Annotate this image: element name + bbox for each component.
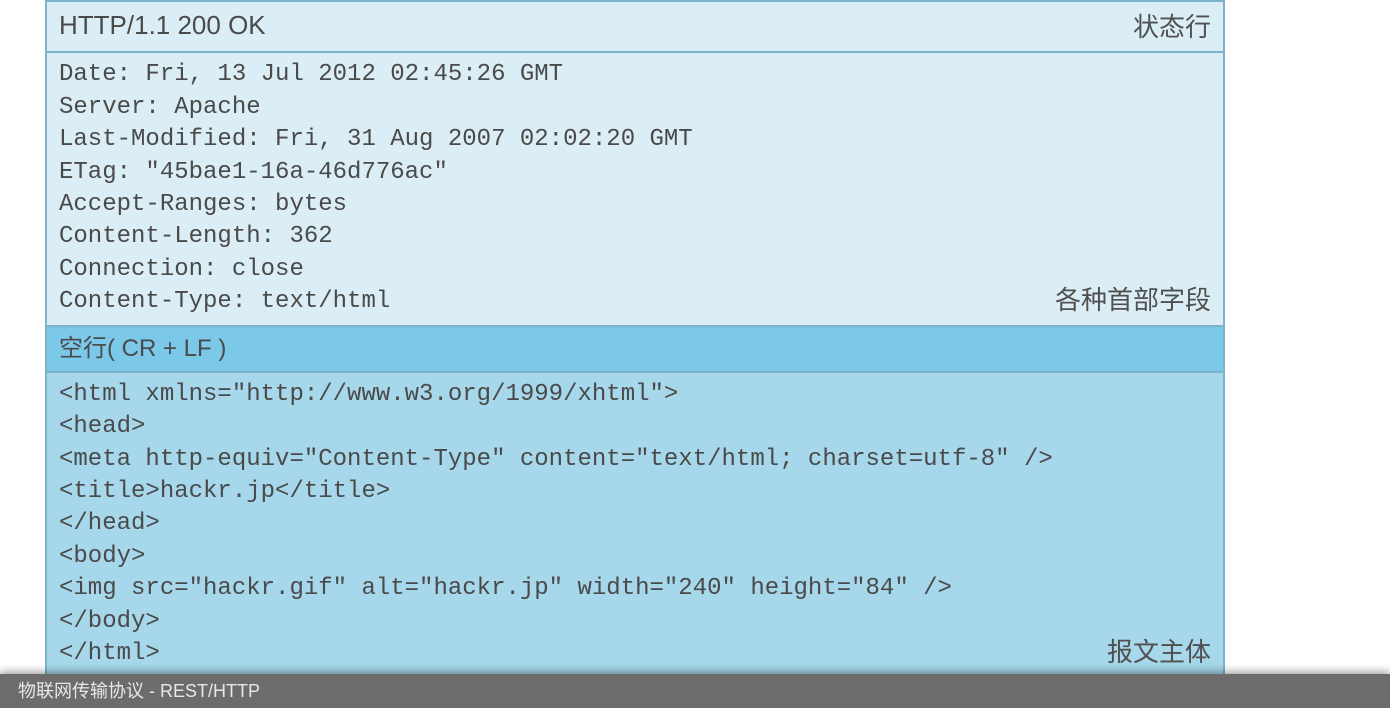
- body-label: 报文主体: [1107, 635, 1211, 670]
- empty-line-section: 空行( CR + LF ): [47, 327, 1223, 373]
- headers-label: 各种首部字段: [1055, 283, 1211, 318]
- footer-bar: 物联网传输协议 - REST/HTTP: [0, 674, 1390, 708]
- status-line-label: 状态行: [1133, 10, 1211, 45]
- http-response-diagram: HTTP/1.1 200 OK 状态行 Date: Fri, 13 Jul 20…: [45, 0, 1225, 678]
- headers-content: Date: Fri, 13 Jul 2012 02:45:26 GMT Serv…: [59, 61, 693, 315]
- body-section: <html xmlns="http://www.w3.org/1999/xhtm…: [47, 373, 1223, 677]
- body-content: <html xmlns="http://www.w3.org/1999/xhtm…: [59, 381, 1053, 667]
- headers-section: Date: Fri, 13 Jul 2012 02:45:26 GMT Serv…: [47, 53, 1223, 326]
- status-line-section: HTTP/1.1 200 OK 状态行: [47, 2, 1223, 53]
- footer-text: 物联网传输协议 - REST/HTTP: [18, 681, 260, 701]
- empty-line-text: 空行( CR + LF ): [59, 335, 226, 362]
- status-line-text: HTTP/1.1 200 OK: [59, 10, 266, 40]
